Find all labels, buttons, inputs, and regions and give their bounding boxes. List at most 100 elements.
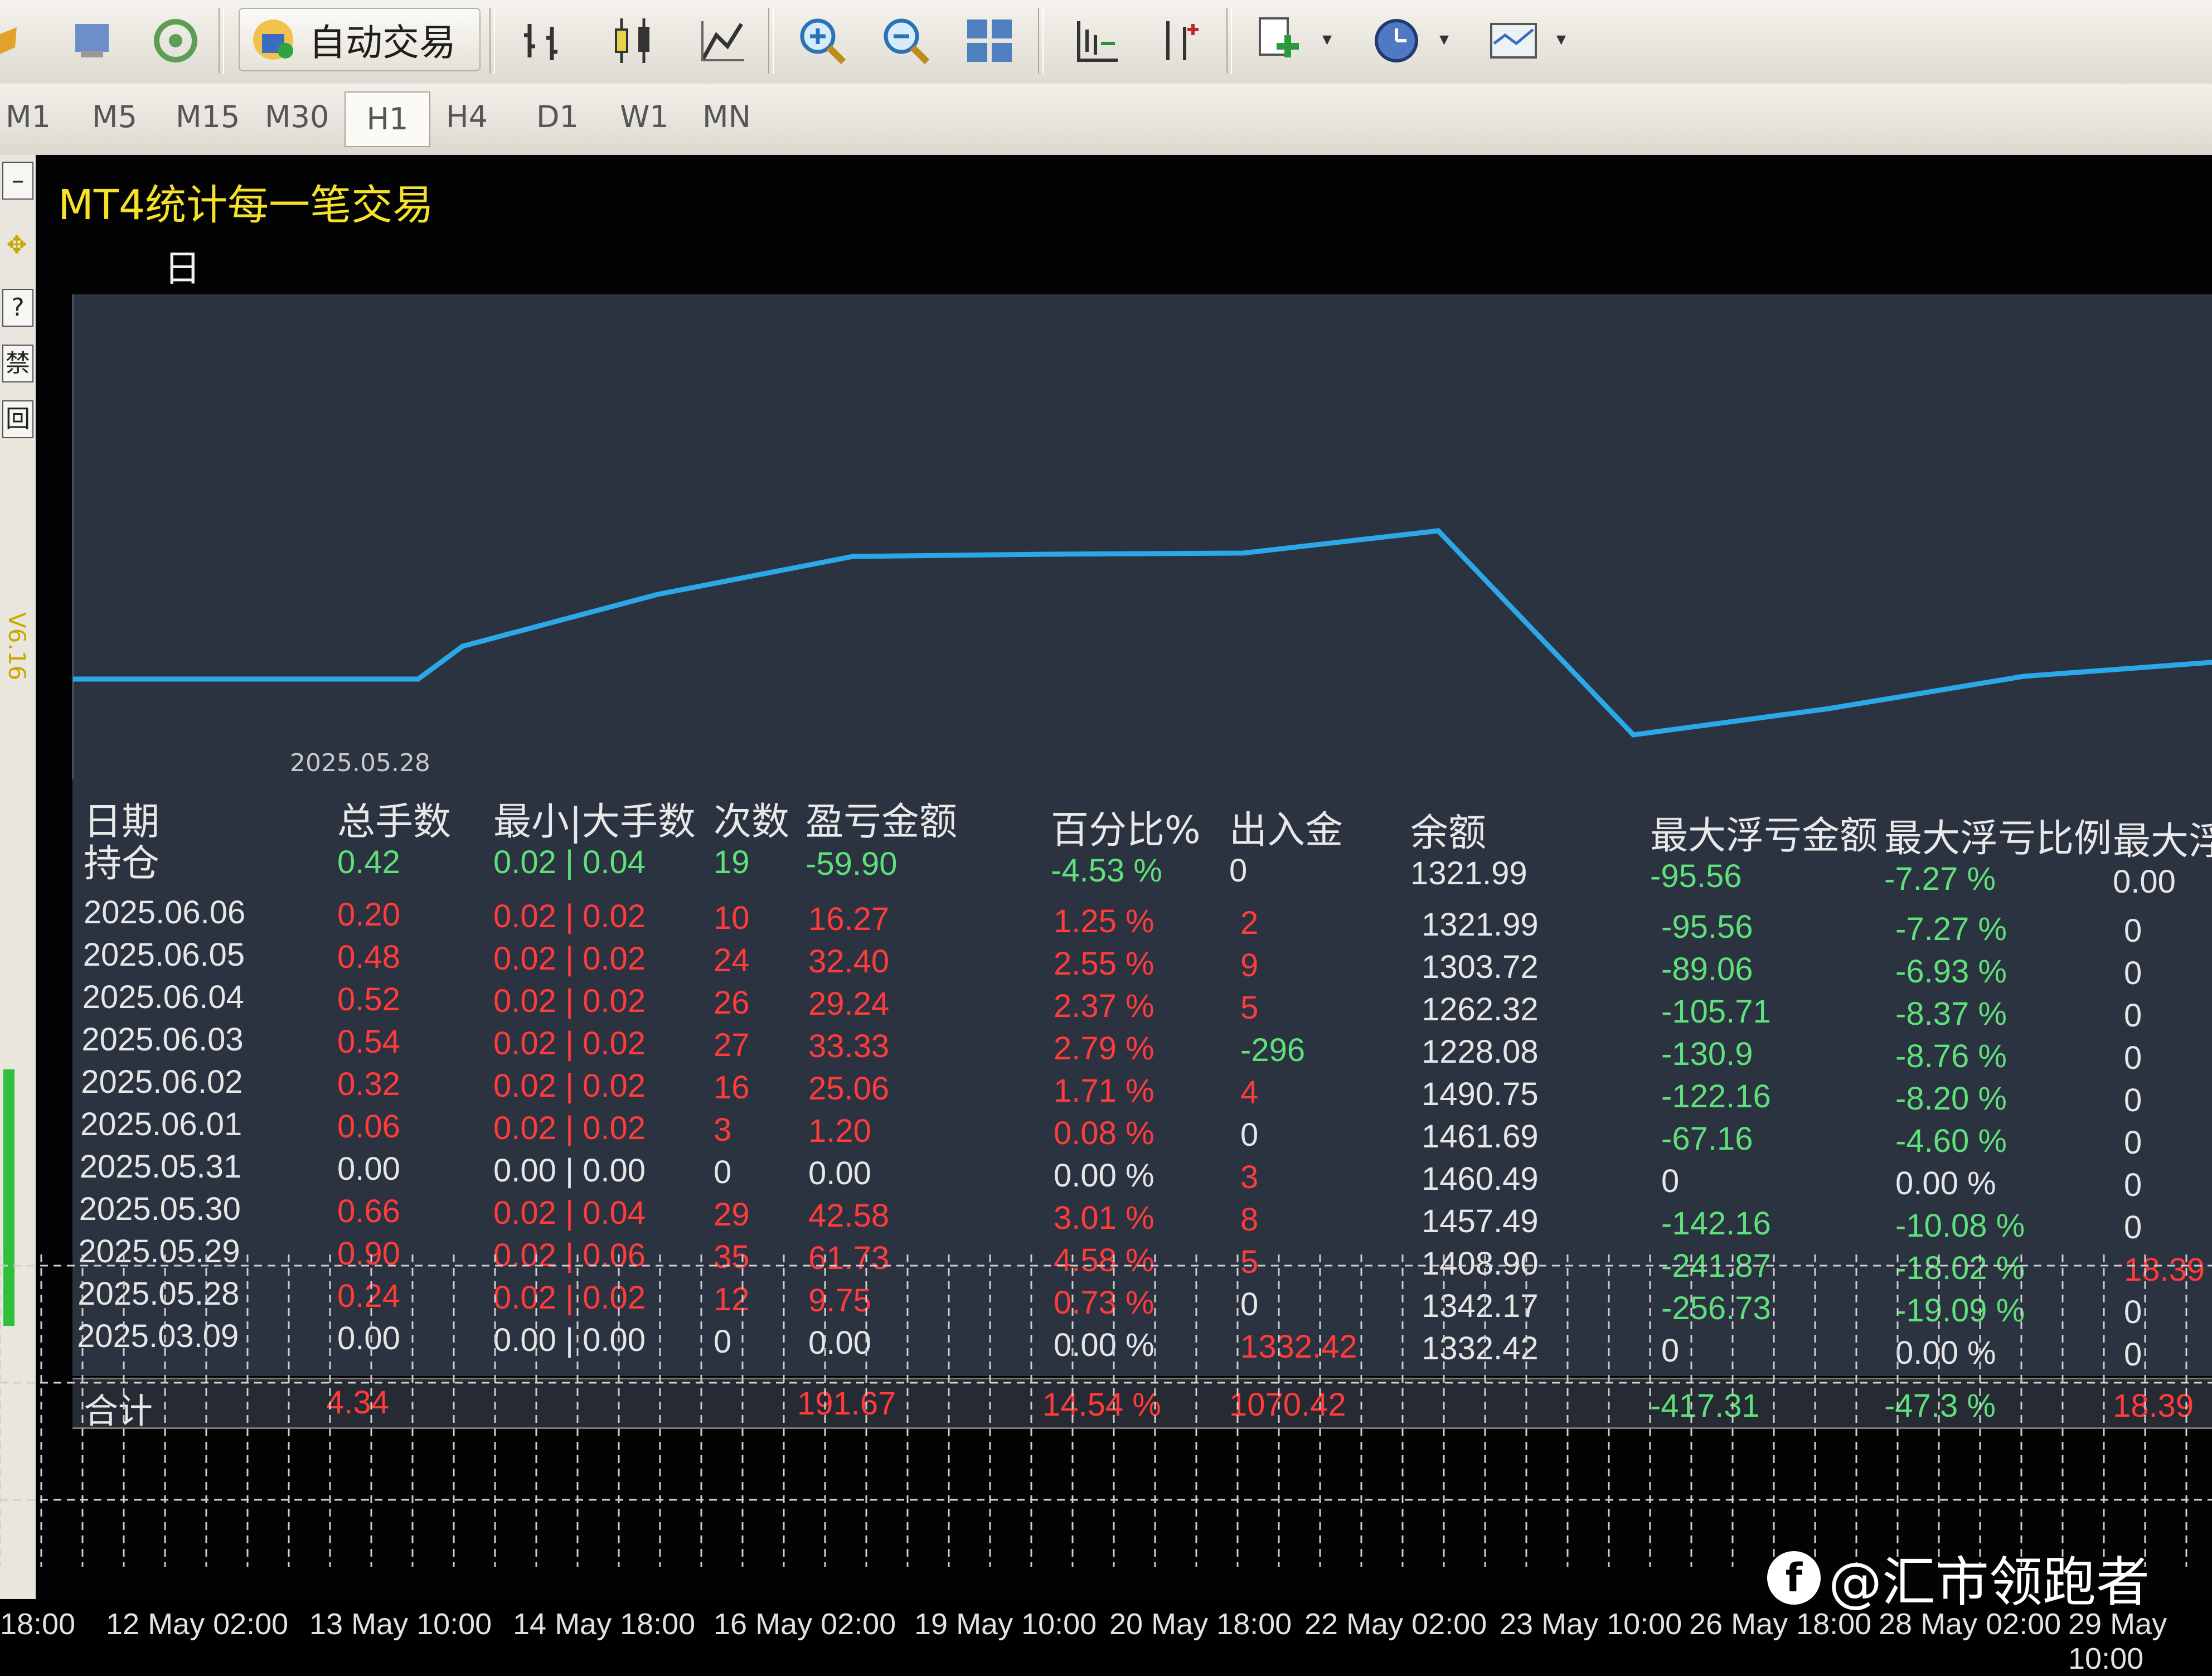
row-pnl: 1.20 [808,1112,871,1149]
templates-icon[interactable] [1483,10,1544,71]
header-lots: 总手数 [337,800,452,844]
timeframe-d1[interactable]: D1 [536,99,579,134]
bar-chart-icon[interactable] [513,10,574,71]
row-pct: 2.37 % [1054,987,1154,1024]
row-pct: 0.00 % [1054,1157,1154,1194]
header-minmax: 最小|大手数 [493,800,696,844]
orders-icon[interactable] [0,10,33,71]
row-inout: 0 [1240,1116,1259,1153]
tab-day[interactable]: 日 [164,239,201,292]
autoscroll-icon[interactable] [1148,10,1210,71]
timeframe-h1[interactable]: H1 [345,91,430,147]
indicators-icon[interactable] [1249,10,1310,71]
row-mfp: 0 [2124,1125,2142,1161]
auto-trading-label: 自动交易 [309,21,456,64]
minimize-icon[interactable]: – [2,162,33,200]
row-mflp: 0.00 % [1895,1165,1996,1202]
watermark: f @汇市领跑者 [1767,1539,2150,1616]
holding-balance: 1321.99 [1410,855,1527,892]
row-lots: 0.48 [337,939,400,976]
row-pct: 2.55 % [1054,945,1154,982]
row-inout: 5 [1240,989,1259,1026]
signal-icon[interactable] [145,10,206,71]
version-label: V6.16 [3,612,31,681]
timeframe-m5[interactable]: M5 [92,99,137,134]
timeframe-mn[interactable]: MN [702,99,751,134]
candlestick-icon[interactable] [602,10,663,71]
row-date: 2025.06.06 [84,894,246,931]
row-mfl: -95.56 [1661,908,1753,945]
row-pnl: 42.58 [808,1197,890,1234]
row-mfl: -67.16 [1661,1120,1753,1157]
time-axis-label: 20 May 18:00 [1109,1607,1292,1641]
row-pct: 0.08 % [1054,1115,1154,1151]
periods-dropdown-icon[interactable]: ▾ [1439,28,1449,50]
curve-start-date: 2025.05.28 [290,749,430,777]
row-inout: 9 [1240,947,1259,984]
timeframe-m1[interactable]: M1 [6,99,51,134]
row-mfp: 0 [2124,1082,2142,1119]
chart-shift-icon[interactable] [1065,10,1126,71]
row-date: 2025.06.02 [81,1064,243,1100]
zoom-in-icon[interactable] [792,10,853,71]
holding-minmax: 0.02 | 0.04 [493,844,646,880]
time-axis-label: 14 May 18:00 [513,1607,696,1641]
row-count: 16 [714,1069,750,1106]
templates-dropdown-icon[interactable]: ▾ [1556,28,1566,50]
row-balance: 1490.75 [1422,1076,1539,1112]
row-mfp: 0 [2124,1040,2142,1077]
row-pct: 1.25 % [1054,903,1154,939]
move-icon[interactable]: ✥ [2,227,31,263]
row-mflp: -7.27 % [1895,910,2007,947]
side-button-b[interactable]: 回 [2,400,33,438]
row-pnl: 29.24 [808,985,890,1022]
auto-trading-icon [253,20,293,60]
tile-windows-icon[interactable] [959,10,1020,71]
row-minmax: 0.02 | 0.02 [493,1025,646,1062]
row-count: 26 [714,985,750,1021]
row-mfp: 0 [2124,1209,2142,1246]
row-balance: 1457.49 [1422,1203,1539,1239]
row-mfp: 0 [2124,1167,2142,1204]
row-balance: 1321.99 [1422,906,1539,943]
row-pct: 3.01 % [1054,1199,1154,1236]
row-count: 27 [714,1027,750,1064]
line-chart-icon[interactable] [691,10,753,71]
zoom-out-icon[interactable] [875,10,937,71]
row-mfl: -122.16 [1661,1078,1771,1115]
header-inout: 出入金 [1229,808,1343,852]
equity-curve [71,294,2212,779]
indicators-dropdown-icon[interactable]: ▾ [1322,28,1332,50]
time-axis-label: 12 May 02:00 [106,1607,289,1641]
timeframe-m15[interactable]: M15 [176,99,240,134]
header-balance: 余额 [1410,811,1487,855]
row-mfl: 0 [1661,1162,1680,1199]
statistics-panel: 2025.05.28 日期 持仓 总手数 最小|大手数 次数 盈亏金额 百分比%… [71,294,2212,1431]
row-inout: 4 [1240,1074,1259,1111]
timeframe-w1[interactable]: W1 [620,99,669,134]
time-axis-label: 18:00 [0,1607,76,1641]
timeframe-h4[interactable]: H4 [446,99,488,134]
holding-max-float-loss: -95.56 [1650,858,1742,894]
row-mfl: -105.71 [1661,993,1771,1030]
row-balance: 1461.69 [1422,1118,1539,1155]
equity-line [72,528,2212,738]
timeframe-m30[interactable]: M30 [265,99,329,134]
row-minmax: 0.02 | 0.02 [493,982,646,1019]
row-pct: 1.71 % [1054,1072,1154,1109]
side-button-a[interactable]: 禁 [2,345,33,382]
row-inout: -296 [1240,1031,1306,1068]
row-lots: 0.52 [337,981,400,1018]
row-pnl: 33.33 [808,1028,890,1064]
price-grid [0,1254,2212,1567]
row-count: 29 [714,1197,750,1233]
row-minmax: 0.02 | 0.02 [493,940,646,977]
help-button[interactable]: ? [2,289,33,327]
navigator-icon[interactable] [61,10,123,71]
time-axis-label: 13 May 10:00 [309,1607,492,1641]
periods-clock-icon[interactable] [1366,10,1427,71]
holding-max-float-loss-pct: -7.27 % [1884,861,1996,897]
row-pct: 2.79 % [1054,1030,1154,1067]
auto-trading-button[interactable]: 自动交易 [239,8,481,71]
watermark-text: @汇市领跑者 [1828,1551,2150,1614]
